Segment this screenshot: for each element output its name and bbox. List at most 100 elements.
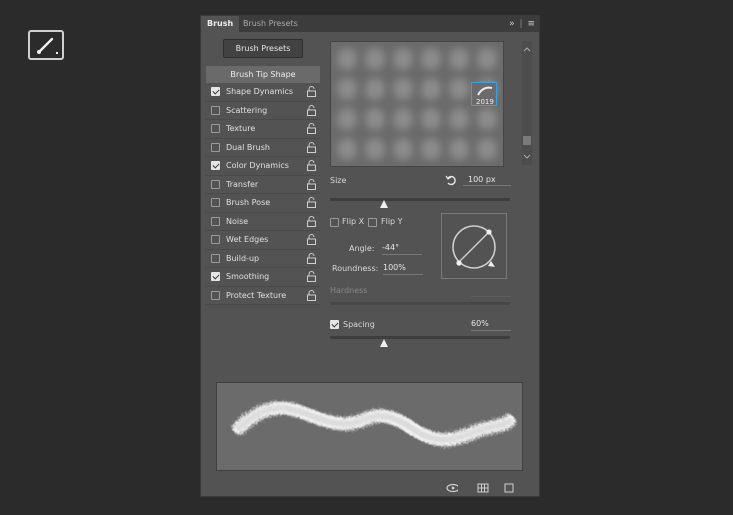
tab-brush-presets[interactable]: Brush Presets bbox=[237, 16, 304, 32]
preset-thumbnail[interactable] bbox=[393, 138, 413, 160]
option-row-scattering[interactable]: Scattering bbox=[206, 102, 320, 120]
angle-roundness-widget[interactable] bbox=[441, 213, 507, 279]
preset-thumbnail[interactable] bbox=[421, 78, 441, 100]
size-label: Size bbox=[330, 176, 347, 185]
preset-thumbnail[interactable] bbox=[337, 48, 357, 70]
lock-icon[interactable] bbox=[306, 289, 317, 301]
spacing-input[interactable]: 60% bbox=[471, 318, 511, 331]
grid-icon[interactable] bbox=[477, 482, 489, 494]
option-checkbox[interactable] bbox=[211, 253, 220, 263]
preset-thumbnail[interactable] bbox=[337, 78, 357, 100]
lock-icon[interactable] bbox=[306, 104, 317, 116]
hamburger-menu-icon[interactable]: ≡ bbox=[527, 19, 535, 29]
option-row-protect-texture[interactable]: Protect Texture bbox=[206, 287, 320, 305]
size-slider-handle[interactable] bbox=[380, 200, 388, 208]
option-row-texture[interactable]: Texture bbox=[206, 120, 320, 139]
size-input[interactable]: 100 px bbox=[463, 174, 511, 186]
preset-number: 2019 bbox=[476, 98, 494, 106]
lock-icon[interactable] bbox=[306, 178, 317, 190]
flip-x-checkbox[interactable] bbox=[330, 218, 339, 227]
option-row-shape-dynamics[interactable]: Shape Dynamics bbox=[206, 83, 320, 102]
option-checkbox[interactable] bbox=[211, 272, 220, 281]
option-label: Build-up bbox=[226, 253, 260, 263]
lock-icon[interactable] bbox=[306, 86, 317, 97]
tabbar-divider: | bbox=[519, 19, 523, 29]
preset-thumbnail[interactable] bbox=[337, 138, 357, 160]
double-chevron-right-icon[interactable]: » bbox=[509, 19, 515, 29]
option-checkbox[interactable] bbox=[211, 105, 220, 115]
option-checkbox[interactable] bbox=[211, 216, 220, 226]
preset-scroll-thumb[interactable] bbox=[523, 136, 531, 145]
flip-y-checkbox[interactable] bbox=[368, 218, 377, 227]
lock-icon[interactable] bbox=[306, 123, 317, 134]
option-row-dual-brush[interactable]: Dual Brush bbox=[206, 139, 320, 157]
option-row-noise[interactable]: Noise bbox=[206, 213, 320, 231]
lock-icon[interactable] bbox=[306, 160, 317, 171]
eye-brush-icon[interactable] bbox=[446, 482, 458, 494]
tab-bar: Brush Brush Presets » | ≡ bbox=[201, 16, 539, 32]
option-row-wet-edges[interactable]: Wet Edges bbox=[206, 231, 320, 250]
reset-size-icon[interactable] bbox=[445, 174, 457, 186]
option-checkbox[interactable] bbox=[211, 235, 220, 244]
brush-tool-button[interactable] bbox=[28, 30, 64, 60]
preset-thumbnail[interactable] bbox=[449, 108, 469, 130]
option-label: Wet Edges bbox=[226, 235, 269, 244]
angle-input[interactable]: -44° bbox=[382, 242, 422, 255]
preset-thumbnail[interactable] bbox=[477, 48, 497, 70]
spacing-checkbox[interactable] bbox=[330, 320, 339, 329]
preset-thumbnail[interactable] bbox=[393, 78, 413, 100]
option-row-transfer[interactable]: Transfer bbox=[206, 176, 320, 194]
option-checkbox[interactable] bbox=[211, 290, 220, 300]
spacing-slider-handle[interactable] bbox=[380, 339, 388, 347]
lock-icon[interactable] bbox=[306, 215, 317, 227]
option-label: Color Dynamics bbox=[226, 161, 289, 170]
option-label: Texture bbox=[226, 124, 256, 133]
preset-thumbnail[interactable] bbox=[449, 48, 469, 70]
option-row-build-up[interactable]: Build-up bbox=[206, 250, 320, 268]
lock-icon[interactable] bbox=[306, 271, 317, 282]
option-row-color-dynamics[interactable]: Color Dynamics bbox=[206, 157, 320, 176]
option-checkbox[interactable] bbox=[211, 87, 220, 96]
preset-thumbnail[interactable] bbox=[421, 138, 441, 160]
preset-thumbnail[interactable] bbox=[393, 108, 413, 130]
option-checkbox[interactable] bbox=[211, 142, 220, 152]
preset-thumbnail[interactable] bbox=[393, 48, 413, 70]
size-slider-track[interactable] bbox=[330, 198, 510, 201]
preset-thumbnail[interactable] bbox=[337, 108, 357, 130]
option-row-smoothing[interactable]: Smoothing bbox=[206, 268, 320, 287]
option-row-brush-pose[interactable]: Brush Pose bbox=[206, 194, 320, 213]
lock-icon[interactable] bbox=[306, 252, 317, 264]
hardness-input bbox=[471, 296, 511, 297]
stroke-preview-image bbox=[232, 401, 516, 447]
preset-scrollbar[interactable] bbox=[522, 41, 532, 165]
new-preset-icon[interactable] bbox=[503, 482, 515, 494]
option-checkbox[interactable] bbox=[211, 198, 220, 207]
brush-tip-shape-item[interactable]: Brush Tip Shape bbox=[206, 66, 320, 83]
preset-thumbnail[interactable] bbox=[421, 48, 441, 70]
preset-thumbnail[interactable] bbox=[449, 138, 469, 160]
roundness-input[interactable]: 100% bbox=[383, 262, 423, 275]
option-checkbox[interactable] bbox=[211, 161, 220, 170]
scroll-arrows bbox=[523, 47, 531, 159]
lock-icon[interactable] bbox=[306, 197, 317, 208]
brush-presets-button[interactable]: Brush Presets bbox=[223, 39, 303, 58]
preset-thumbnail[interactable] bbox=[365, 108, 385, 130]
preset-thumbnail[interactable] bbox=[477, 138, 497, 160]
preset-thumbnail[interactable] bbox=[365, 78, 385, 100]
preset-thumbnail[interactable] bbox=[365, 48, 385, 70]
brush-panel: Brush Brush Presets » | ≡ Brush Presets … bbox=[200, 15, 540, 497]
option-label: Scattering bbox=[226, 105, 268, 115]
option-checkbox[interactable] bbox=[211, 124, 220, 133]
spacing-label: Spacing bbox=[343, 320, 375, 329]
preset-thumbnail[interactable] bbox=[421, 108, 441, 130]
option-label: Brush Pose bbox=[226, 198, 271, 207]
option-checkbox[interactable] bbox=[211, 179, 220, 189]
tab-brush[interactable]: Brush bbox=[201, 16, 240, 32]
lock-icon[interactable] bbox=[306, 141, 317, 153]
spacing-slider-track[interactable] bbox=[330, 336, 510, 339]
preset-thumbnail[interactable] bbox=[477, 108, 497, 130]
flip-y-label: Flip Y bbox=[381, 217, 403, 226]
lock-icon[interactable] bbox=[306, 234, 317, 245]
preset-thumbnail[interactable] bbox=[449, 78, 469, 100]
preset-thumbnail[interactable] bbox=[365, 138, 385, 160]
